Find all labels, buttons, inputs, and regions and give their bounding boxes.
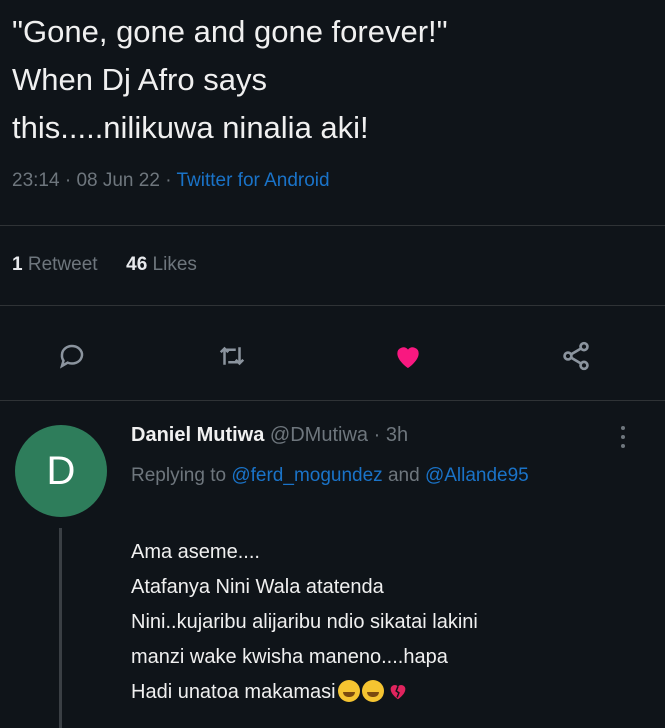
reply-line: Ama aseme....	[131, 541, 260, 563]
reply-header: Daniel Mutiwa @DMutiwa · 3h	[131, 424, 408, 447]
more-vertical-icon	[621, 426, 625, 448]
reply-line: Nini..kujaribu alijaribu ndio sikatai la…	[131, 611, 478, 633]
crying-face-icon	[337, 680, 360, 702]
tweet-text: "Gone, gone and gone forever!" When Dj A…	[12, 8, 652, 152]
meta-separator: ·	[64, 170, 72, 191]
like-button[interactable]	[388, 336, 428, 376]
replying-prefix: Replying to	[131, 465, 227, 486]
meta-separator: ·	[165, 170, 172, 191]
tweet-stats: 1 Retweet 46 Likes	[12, 254, 197, 276]
mention-link[interactable]: @ferd_mogundez	[231, 465, 382, 486]
tweet-time[interactable]: 23:14	[12, 170, 60, 191]
tweet-line: this.....nilikuwa ninalia aki!	[12, 110, 369, 145]
tweet-line: When Dj Afro says	[12, 62, 267, 97]
tweet-meta: 23:14 · 08 Jun 22 · Twitter for Android	[12, 170, 330, 192]
reply-button[interactable]	[52, 336, 92, 376]
reply-line: Atafanya Nini Wala atatenda	[131, 576, 384, 598]
tweet-source[interactable]: Twitter for Android	[176, 170, 329, 191]
reply-tweet[interactable]: D Daniel Mutiwa @DMutiwa · 3h Replying t…	[0, 410, 665, 728]
retweet-count: 1	[12, 254, 23, 275]
tweet-line: "Gone, gone and gone forever!"	[12, 14, 448, 49]
reply-line: Hadi unatoa makamasi	[131, 681, 336, 703]
reply-line-with-emoji: Hadi unatoa makamasi	[131, 675, 651, 710]
heart-icon	[397, 347, 419, 368]
share-icon	[563, 341, 589, 371]
reply-time[interactable]: 3h	[386, 424, 408, 446]
avatar[interactable]: D	[15, 425, 107, 517]
tweet-date[interactable]: 08 Jun 22	[76, 170, 159, 191]
header-separator: ·	[373, 424, 381, 446]
display-name[interactable]: Daniel Mutiwa	[131, 424, 264, 446]
share-button[interactable]	[556, 336, 596, 376]
retweet-icon	[219, 346, 245, 366]
action-bar	[0, 330, 665, 380]
mention-link[interactable]: @Allande95	[425, 465, 529, 486]
divider	[0, 400, 665, 401]
retweet-label: Retweet	[27, 254, 98, 275]
more-options-button[interactable]	[617, 424, 629, 455]
divider	[0, 225, 665, 226]
crying-face-icon	[361, 680, 384, 702]
like-count: 46	[126, 254, 148, 275]
reply-body: Ama aseme.... Atafanya Nini Wala atatend…	[131, 535, 651, 710]
divider	[0, 305, 665, 306]
user-handle[interactable]: @DMutiwa	[270, 424, 368, 446]
avatar-letter: D	[46, 448, 76, 493]
retweet-button[interactable]	[212, 336, 252, 376]
like-stat[interactable]: 46 Likes	[126, 254, 197, 275]
replying-to: Replying to @ferd_mogundez and @Allande9…	[131, 460, 611, 492]
reply-line: manzi wake kwisha maneno....hapa	[131, 646, 448, 668]
reply-icon	[59, 344, 84, 369]
and-word: and	[387, 465, 420, 486]
thread-line	[59, 528, 62, 728]
retweet-stat[interactable]: 1 Retweet	[12, 254, 103, 275]
like-label: Likes	[152, 254, 197, 275]
broken-heart-icon	[390, 685, 405, 700]
